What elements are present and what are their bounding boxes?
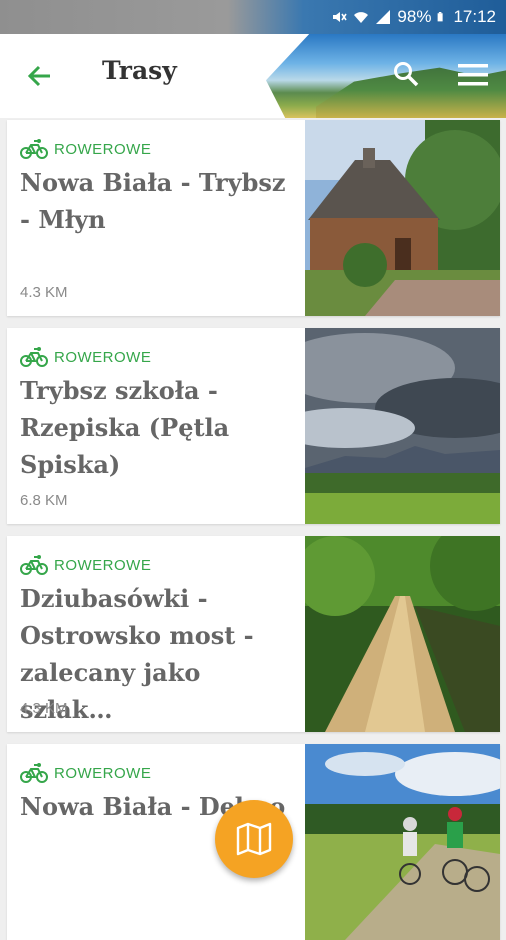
back-arrow-icon[interactable] bbox=[22, 58, 58, 94]
signal-icon bbox=[376, 10, 391, 24]
search-icon[interactable] bbox=[392, 60, 420, 88]
route-distance: 6.8 KM bbox=[20, 492, 68, 509]
route-photo-cyclists bbox=[305, 744, 500, 940]
page-title: Trasy bbox=[102, 56, 177, 85]
route-category-label: ROWEROWE bbox=[54, 348, 152, 366]
route-card[interactable]: ROWEROWE Dziubasówki - Ostrowsko most - … bbox=[7, 536, 500, 732]
route-name: Nowa Biała - Trybsz - Młyn bbox=[20, 168, 286, 234]
route-category-label: ROWEROWE bbox=[54, 556, 152, 574]
battery-icon bbox=[438, 12, 444, 22]
route-category: ROWEROWE bbox=[20, 554, 151, 576]
mute-icon bbox=[333, 12, 348, 22]
bicycle-icon bbox=[20, 763, 48, 783]
app-header: Trasy bbox=[0, 34, 506, 118]
bicycle-icon bbox=[20, 555, 48, 575]
route-name: Trybsz szkoła - Rzepiska (Pętla Spiska) bbox=[20, 376, 230, 479]
battery-percent: 98% bbox=[397, 7, 432, 26]
map-fab-button[interactable] bbox=[215, 800, 293, 878]
hamburger-menu-icon[interactable] bbox=[458, 62, 488, 88]
route-card[interactable]: ROWEROWE Nowa Biała - Trybsz - Młyn 4.3 … bbox=[7, 120, 500, 316]
wifi-icon bbox=[354, 12, 369, 23]
route-photo-wooden-church bbox=[305, 120, 500, 316]
route-photo-forest-path bbox=[305, 536, 500, 732]
status-bar: 98% 17:12 bbox=[0, 0, 506, 34]
clock: 17:12 bbox=[453, 7, 496, 26]
route-category-label: ROWEROWE bbox=[54, 764, 152, 782]
route-distance: 4.3 KM bbox=[20, 284, 68, 301]
route-photo-mountain-clouds bbox=[305, 328, 500, 524]
route-card[interactable]: ROWEROWE Trybsz szkoła - Rzepiska (Pętla… bbox=[7, 328, 500, 524]
route-category: ROWEROWE bbox=[20, 762, 151, 784]
route-distance: 4.3 KM bbox=[20, 700, 68, 717]
route-category: ROWEROWE bbox=[20, 346, 151, 368]
status-icons: 98% 17:12 bbox=[331, 7, 496, 27]
route-category-label: ROWEROWE bbox=[54, 140, 152, 158]
route-category: ROWEROWE bbox=[20, 138, 151, 160]
map-icon bbox=[236, 822, 272, 856]
bicycle-icon bbox=[20, 139, 48, 159]
bicycle-icon bbox=[20, 347, 48, 367]
